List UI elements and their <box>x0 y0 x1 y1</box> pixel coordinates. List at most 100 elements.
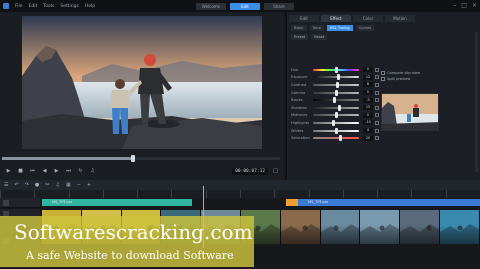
slider-handle[interactable] <box>337 104 341 111</box>
slider-track[interactable] <box>313 89 359 96</box>
skip-end-icon[interactable]: ⏭ <box>64 167 73 176</box>
zoom-in-icon[interactable]: + <box>87 182 91 188</box>
slider-handle[interactable] <box>333 97 337 104</box>
slider-reset-icon[interactable] <box>375 105 379 110</box>
slider-track[interactable] <box>313 119 359 126</box>
zoom-out-icon[interactable]: − <box>77 182 81 188</box>
view-options: Compare clip view Split preview <box>381 70 420 82</box>
slider-reset-icon[interactable] <box>375 113 379 118</box>
panel-tab-effect[interactable]: Effect <box>321 15 351 22</box>
slider-track[interactable] <box>313 135 359 142</box>
slider-value-field[interactable]: 15 <box>363 105 373 111</box>
panel-scrollbar[interactable] <box>475 32 478 172</box>
maximize-icon[interactable]: □ <box>461 2 467 9</box>
panel-tab-motion[interactable]: Motion <box>385 15 415 22</box>
tab-share[interactable]: Share <box>264 3 294 10</box>
repeat-icon[interactable]: ↻ <box>76 167 85 176</box>
slider-value-field[interactable]: 0 <box>363 112 373 118</box>
slider-value-field[interactable]: 0 <box>363 90 373 96</box>
volume-icon[interactable]: ♫ <box>88 167 97 176</box>
slider-track[interactable] <box>313 127 359 134</box>
clip-thumbnail[interactable] <box>360 210 401 244</box>
timeline-ruler[interactable] <box>0 190 480 198</box>
slider-value-field[interactable]: 12 <box>363 74 373 80</box>
close-icon[interactable]: × <box>472 2 477 9</box>
subtab-hsl[interactable]: HSL Tuning <box>326 25 353 31</box>
option-split[interactable]: Split preview <box>381 76 420 82</box>
menu-tools[interactable]: Tools <box>40 4 57 9</box>
slider-handle[interactable] <box>332 119 336 126</box>
preset-dropdown[interactable]: Preset <box>291 34 309 40</box>
subtab-tone[interactable]: Tone <box>309 25 324 31</box>
slider-reset-icon[interactable] <box>375 128 379 133</box>
slider-value-field[interactable]: 4 <box>363 128 373 134</box>
slider-reset-icon[interactable] <box>375 120 379 125</box>
slider-reset-icon[interactable] <box>375 90 379 95</box>
clip-thumbnail[interactable] <box>280 210 321 244</box>
panel-tab-color[interactable]: Color <box>353 15 383 22</box>
subtab-basic[interactable]: Basic <box>291 25 307 31</box>
slider-handle[interactable] <box>336 81 340 88</box>
slider-track[interactable] <box>313 97 359 104</box>
slider-value-field[interactable]: -10 <box>363 120 373 126</box>
slider-value-field[interactable]: -5 <box>363 97 373 103</box>
slider-reset-icon[interactable] <box>375 67 379 72</box>
slider-track[interactable] <box>313 104 359 111</box>
clip-thumbnail[interactable] <box>320 210 361 244</box>
slider-label: Contrast <box>291 82 307 87</box>
slider-handle[interactable] <box>334 66 338 73</box>
slider-handle[interactable] <box>338 135 342 142</box>
record-icon[interactable]: ● <box>35 182 39 188</box>
scrub-handle[interactable] <box>131 155 135 162</box>
clip-title-bar-1[interactable]: MS_TP1xxx <box>42 199 192 206</box>
subtab-curves[interactable]: Curves <box>355 25 375 31</box>
slider-handle[interactable] <box>335 127 339 134</box>
slider-track[interactable] <box>313 81 359 88</box>
fullscreen-icon[interactable]: □ <box>271 167 280 176</box>
slider-handle[interactable] <box>337 74 341 81</box>
play-icon[interactable]: ▶ <box>4 167 13 176</box>
compare-checkbox[interactable] <box>381 71 385 75</box>
slider-handle[interactable] <box>334 89 338 96</box>
track-header-video-1[interactable] <box>0 198 40 208</box>
step-forward-icon[interactable]: ▶ <box>52 167 61 176</box>
tab-edit[interactable]: Edit <box>230 3 260 10</box>
slider-track[interactable] <box>313 112 359 119</box>
split-checkbox[interactable] <box>381 77 385 81</box>
video-preview[interactable] <box>22 16 262 149</box>
redo-icon[interactable]: ↷ <box>25 182 29 188</box>
clip-title-bar-2[interactable]: MS_TP1xxx <box>298 199 480 206</box>
stop-icon[interactable]: ■ <box>16 167 25 176</box>
skip-start-icon[interactable]: ⏮ <box>28 167 37 176</box>
menu-edit[interactable]: Edit <box>26 4 41 9</box>
slider-reset-icon[interactable] <box>375 75 379 80</box>
minimize-icon[interactable]: – <box>453 2 456 9</box>
menu-file[interactable]: File <box>12 4 26 9</box>
slider-handle[interactable] <box>334 112 338 119</box>
split-icon[interactable]: ✂ <box>45 182 49 188</box>
slider-reset-icon[interactable] <box>375 136 379 141</box>
step-back-icon[interactable]: ◀ <box>40 167 49 176</box>
reset-button[interactable]: Reset <box>311 34 328 40</box>
slider-track[interactable] <box>313 74 359 81</box>
slider-value-field[interactable]: 0 <box>363 67 373 73</box>
clip-thumbnail[interactable] <box>439 210 480 244</box>
menu-help[interactable]: Help <box>82 4 98 9</box>
slider-track[interactable] <box>313 66 359 73</box>
undo-icon[interactable]: ↶ <box>14 182 18 188</box>
transition-marker[interactable] <box>286 199 298 206</box>
audio-mixer-icon[interactable]: ♫ <box>55 182 59 188</box>
menu-settings[interactable]: Settings <box>57 4 81 9</box>
slider-reset-icon[interactable] <box>375 98 379 103</box>
slider-value-field[interactable]: 20 <box>363 135 373 141</box>
track-manager-icon[interactable]: ▦ <box>66 182 71 188</box>
slider-reset-icon[interactable] <box>375 82 379 87</box>
clip-thumbnail[interactable] <box>400 210 440 244</box>
timecode-display[interactable]: 00:00:07:12 <box>232 167 268 175</box>
ruler-tick <box>342 190 377 198</box>
tab-welcome[interactable]: Welcome <box>196 3 226 10</box>
slider-value-field[interactable]: 8 <box>363 82 373 88</box>
panel-tab-edit[interactable]: Edit <box>289 15 319 22</box>
playback-scrubber[interactable] <box>2 155 280 162</box>
timeline-view-icon[interactable]: ☰ <box>4 182 8 188</box>
